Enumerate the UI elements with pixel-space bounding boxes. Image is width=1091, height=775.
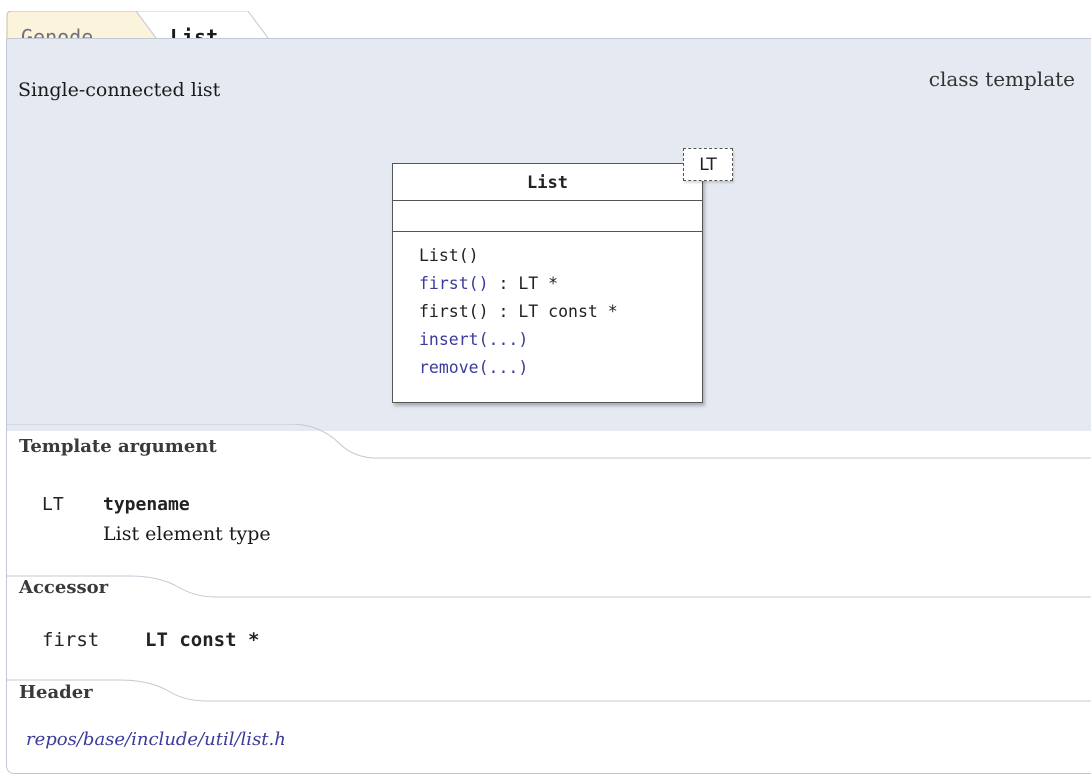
section-tab-shape — [6, 679, 1091, 702]
uml-class-name: List — [393, 164, 702, 201]
class-kind: class template — [928, 67, 1075, 91]
header-file-link[interactable]: repos/base/include/util/list.h — [26, 729, 286, 750]
accessor-name: first — [42, 629, 100, 651]
accessor-header: Accessor — [0, 566, 1091, 602]
section-title: Header — [19, 682, 93, 703]
section-title: Template argument — [19, 436, 217, 457]
class-doc-frame — [6, 38, 1091, 774]
template-arg-type: typename — [103, 494, 190, 515]
uml-operations: List() first() : LT * first() : LT const… — [393, 232, 702, 382]
uml-op-first-link[interactable]: first() — [419, 274, 489, 293]
uml-op-type: : LT const * — [488, 302, 618, 321]
uml-class-box: List List() first() : LT * first() : LT … — [392, 163, 703, 403]
accessor-type: LT const * — [145, 629, 260, 651]
uml-attributes — [393, 201, 702, 232]
template-arg-name: LT — [42, 494, 64, 515]
uml-op-first: first() : LT * — [419, 270, 702, 298]
section-tab-shape — [6, 575, 1091, 598]
uml-op-first-const: first() : LT const * — [419, 298, 702, 326]
header-section-header: Header — [0, 670, 1091, 706]
uml-op-type: : LT * — [488, 274, 559, 293]
uml-op-name: List() — [419, 246, 479, 265]
template-arg-description: List element type — [103, 523, 271, 545]
uml-op-remove: remove(...) — [419, 354, 702, 382]
class-brief: Single-connected list — [18, 79, 221, 101]
section-title: Accessor — [19, 577, 109, 598]
uml-op-insert: insert(...) — [419, 326, 702, 354]
uml-op-constructor: List() — [419, 242, 702, 270]
uml-op-insert-link[interactable]: insert(...) — [419, 330, 528, 349]
template-argument-header: Template argument — [0, 424, 1091, 460]
uml-op-name: first() — [419, 302, 489, 321]
uml-template-param: LT — [683, 148, 733, 181]
uml-op-remove-link[interactable]: remove(...) — [419, 358, 528, 377]
